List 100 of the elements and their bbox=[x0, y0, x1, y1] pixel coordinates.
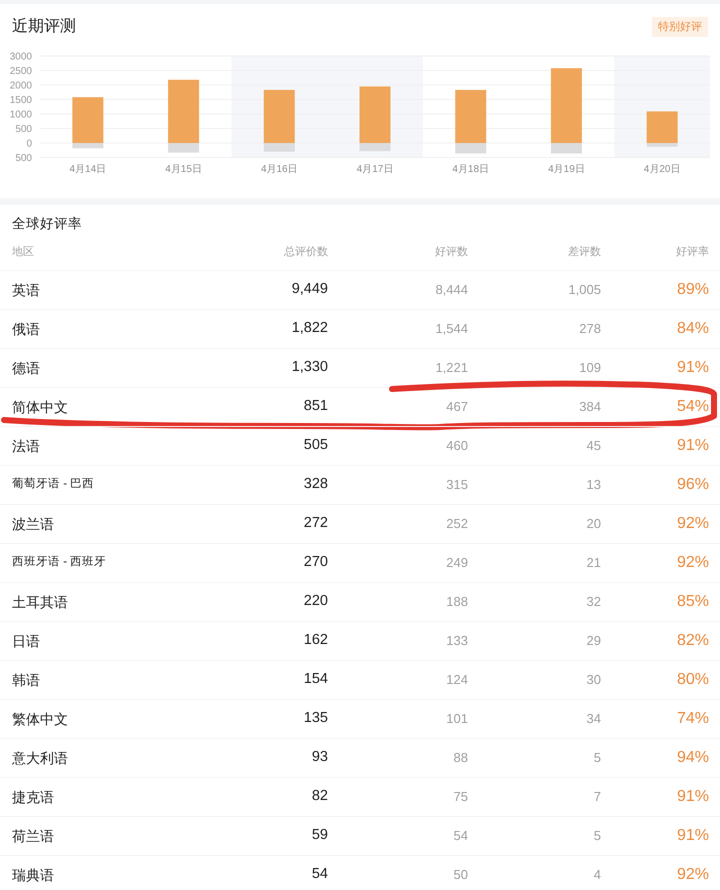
negative-count: 5 bbox=[594, 749, 601, 768]
positive-rate: 94% bbox=[676, 748, 709, 768]
region-name: 英语 bbox=[12, 280, 40, 300]
positive-rate: 82% bbox=[676, 631, 709, 651]
y-tick-label: 500 bbox=[15, 124, 32, 135]
positive-rate: 91% bbox=[676, 358, 709, 378]
x-tick-label: 4月20日 bbox=[644, 164, 680, 175]
positive-count: 1,544 bbox=[435, 320, 468, 338]
positive-count: 124 bbox=[446, 671, 468, 690]
positive-rate: 92% bbox=[676, 553, 709, 573]
positive-count: 460 bbox=[446, 437, 468, 456]
positive-rate: 96% bbox=[676, 475, 709, 495]
region-name: 西班牙语 - 西班牙 bbox=[12, 554, 106, 570]
region-name: 法语 bbox=[12, 436, 40, 456]
positive-rate: 92% bbox=[676, 514, 709, 534]
positive-count: 188 bbox=[446, 593, 468, 612]
positive-count: 252 bbox=[446, 515, 468, 534]
positive-count: 101 bbox=[446, 710, 468, 728]
total-count: 93 bbox=[312, 748, 328, 768]
column-header: 地区 bbox=[12, 244, 34, 260]
negative-count: 29 bbox=[586, 632, 601, 650]
total-count: 851 bbox=[304, 397, 328, 416]
column-header: 好评率 bbox=[676, 244, 709, 260]
x-tick-label: 4月15日 bbox=[165, 164, 202, 175]
positive-count: 1,221 bbox=[435, 359, 468, 378]
rating-badge: 特别好评 bbox=[652, 17, 708, 37]
positive-count: 467 bbox=[446, 398, 468, 416]
column-header: 好评数 bbox=[435, 244, 468, 260]
x-tick-label: 4月17日 bbox=[356, 164, 394, 175]
section-title: 近期评测 bbox=[12, 16, 76, 37]
positive-count: 88 bbox=[454, 749, 468, 768]
region-name: 繁体中文 bbox=[12, 710, 68, 728]
total-count: 154 bbox=[304, 670, 328, 690]
total-count: 1,822 bbox=[292, 319, 328, 338]
positive-rate: 84% bbox=[676, 319, 709, 339]
negative-count: 4 bbox=[594, 866, 601, 884]
x-tick-label: 4月19日 bbox=[548, 164, 585, 175]
negative-count: 109 bbox=[579, 359, 601, 378]
section-title: 全球好评率 bbox=[12, 215, 82, 233]
negative-count: 34 bbox=[586, 710, 601, 728]
x-tick-label: 4月18日 bbox=[452, 164, 490, 175]
y-tick-label: 2500 bbox=[10, 66, 32, 77]
positive-rate: 85% bbox=[676, 592, 709, 612]
region-name: 土耳其语 bbox=[12, 592, 68, 612]
negative-count: 5 bbox=[594, 827, 601, 846]
positive-rate: 89% bbox=[676, 280, 709, 300]
y-tick-label: 1000 bbox=[10, 110, 32, 120]
total-count: 1,330 bbox=[292, 358, 328, 378]
negative-count: 7 bbox=[594, 788, 601, 806]
region-name: 捷克语 bbox=[12, 788, 54, 806]
region-name: 波兰语 bbox=[12, 514, 54, 534]
region-name: 韩语 bbox=[12, 670, 40, 690]
negative-count: 13 bbox=[586, 476, 601, 494]
x-tick-label: 4月14日 bbox=[70, 164, 106, 175]
y-tick-label: 2000 bbox=[10, 80, 32, 92]
total-count: 270 bbox=[304, 553, 328, 572]
x-tick-label: 4月16日 bbox=[260, 164, 298, 175]
positive-count: 249 bbox=[446, 554, 468, 572]
positive-rate: 54% bbox=[676, 397, 709, 417]
negative-count: 30 bbox=[586, 671, 601, 690]
negative-count: 278 bbox=[579, 320, 601, 338]
total-count: 135 bbox=[304, 709, 328, 728]
region-name: 瑞典语 bbox=[12, 866, 54, 884]
positive-count: 50 bbox=[454, 866, 468, 884]
negative-count: 384 bbox=[579, 398, 601, 416]
negative-count: 21 bbox=[586, 554, 601, 572]
total-count: 505 bbox=[304, 436, 328, 456]
region-name: 日语 bbox=[12, 632, 40, 650]
region-name: 葡萄牙语 - 巴西 bbox=[12, 476, 94, 492]
positive-count: 8,444 bbox=[435, 281, 468, 300]
positive-count: 54 bbox=[454, 827, 468, 846]
negative-count: 20 bbox=[586, 515, 601, 534]
y-tick-label: 1500 bbox=[10, 95, 32, 106]
y-tick-label: 0 bbox=[26, 138, 32, 150]
total-count: 59 bbox=[312, 826, 328, 846]
positive-rate: 91% bbox=[676, 436, 709, 456]
negative-count: 32 bbox=[586, 593, 601, 612]
total-count: 328 bbox=[304, 475, 328, 494]
positive-rate: 80% bbox=[676, 670, 709, 690]
positive-rate: 91% bbox=[676, 787, 709, 807]
total-count: 54 bbox=[312, 865, 328, 884]
positive-count: 75 bbox=[454, 788, 468, 806]
total-count: 82 bbox=[312, 787, 328, 806]
total-count: 162 bbox=[304, 631, 328, 650]
column-header: 差评数 bbox=[568, 244, 601, 260]
negative-count: 45 bbox=[586, 437, 601, 456]
total-count: 9,449 bbox=[292, 280, 328, 300]
region-name: 简体中文 bbox=[12, 398, 68, 416]
positive-rate: 91% bbox=[676, 826, 709, 846]
y-tick-label: 3000 bbox=[10, 52, 32, 62]
y-tick-label: 500 bbox=[15, 153, 32, 164]
negative-count: 1,005 bbox=[568, 281, 601, 300]
positive-rate: 74% bbox=[676, 709, 709, 729]
column-header: 总评价数 bbox=[284, 244, 328, 260]
positive-rate: 92% bbox=[676, 865, 709, 885]
total-count: 220 bbox=[304, 592, 328, 612]
region-name: 意大利语 bbox=[12, 748, 68, 768]
positive-count: 133 bbox=[446, 632, 468, 650]
region-name: 俄语 bbox=[12, 320, 40, 338]
region-name: 荷兰语 bbox=[12, 826, 54, 846]
